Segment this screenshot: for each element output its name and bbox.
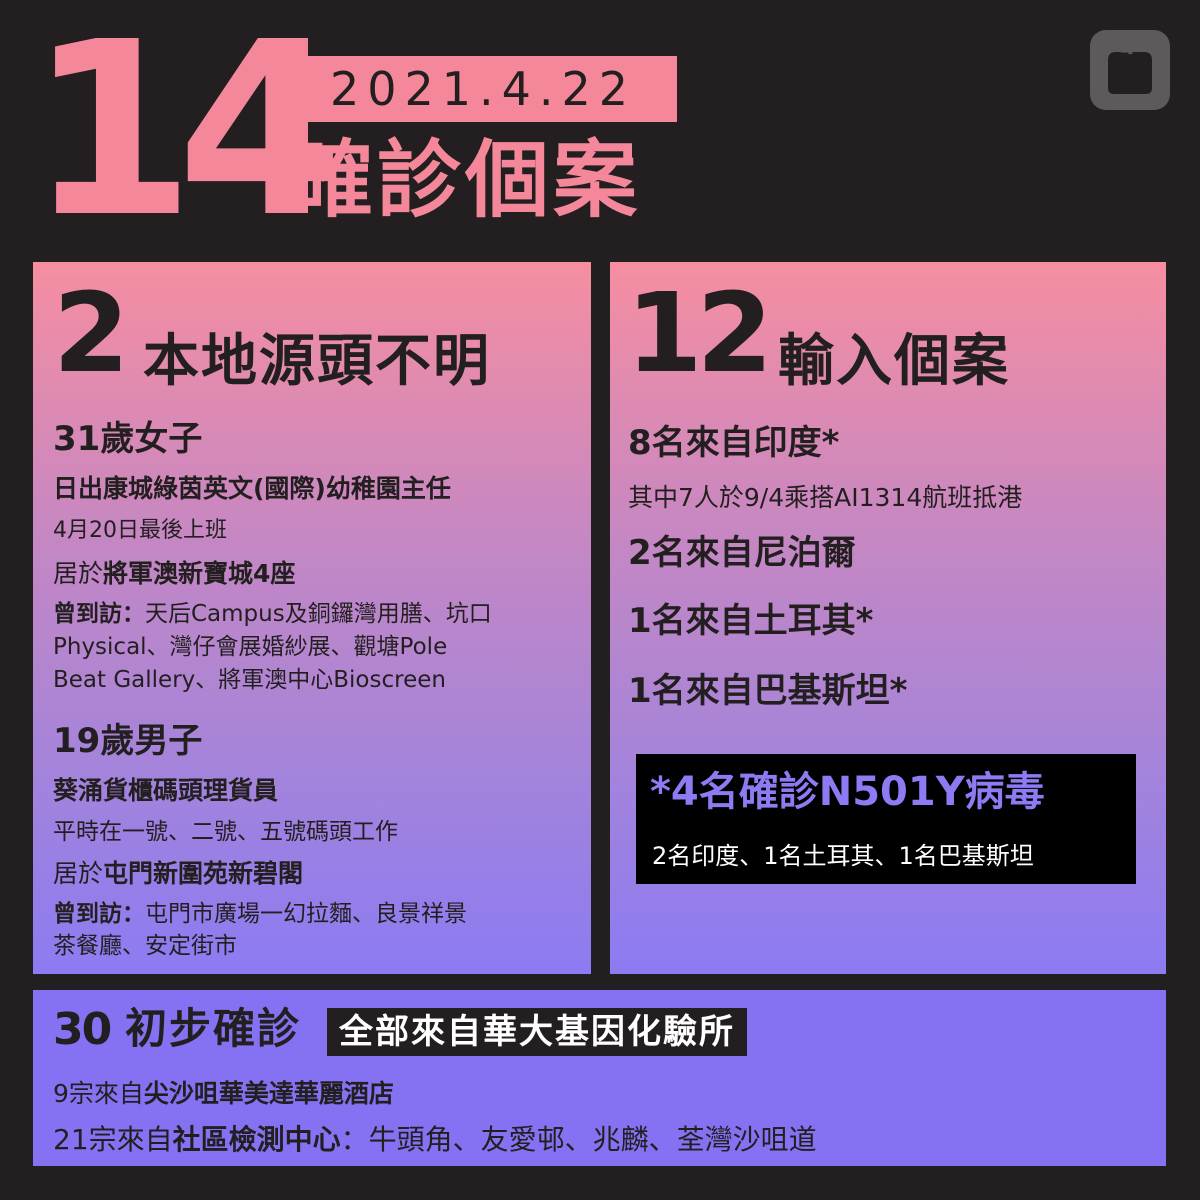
case1-residence-line: 居於將軍澳新寶城4座 <box>53 554 295 590</box>
preliminary-line1: 9宗來自尖沙咀華美達華麗酒店 <box>53 1074 394 1110</box>
line2-prefix: 21宗來自 <box>53 1123 173 1156</box>
case1-visited-line3: Beat Gallery、將軍澳中心Bioscreen <box>53 667 446 693</box>
residence-prefix: 居於 <box>53 859 104 888</box>
lab-tag: 全部來自華大基因化驗所 <box>327 1008 747 1056</box>
residence-prefix: 居於 <box>53 559 104 588</box>
case2-residence: 屯門新圍苑新碧閣 <box>103 859 304 888</box>
line1-prefix: 9宗來自 <box>53 1079 144 1108</box>
imported-item-nepal: 2名來自尼泊爾 <box>628 533 856 573</box>
line1-place: 尖沙咀華美達華麗酒店 <box>143 1079 394 1108</box>
case1-last-work: 4月20日最後上班 <box>53 518 227 543</box>
page-title: 確診個案 <box>289 131 642 229</box>
preliminary-label: 初步確診 <box>125 1004 302 1053</box>
imported-count: 12 <box>626 269 773 397</box>
case2-title: 19歲男子 <box>53 721 203 761</box>
case2-visited-line1: 屯門市廣場一幻拉麵、良景祥景 <box>145 901 467 927</box>
case1-title: 31歲女子 <box>53 419 203 459</box>
imported-item-pakistan: 1名來自巴基斯坦* <box>628 671 908 711</box>
case2-role: 葵涌貨櫃碼頭理貨員 <box>53 776 279 805</box>
variant-box: *4名確診N501Y病毒 2名印度、1名土耳其、1名巴基斯坦 <box>636 754 1136 884</box>
imported-india-note: 其中7人於9/4乘搭AI1314航班抵港 <box>628 483 1023 512</box>
imported-label: 輸入個案 <box>778 329 1010 394</box>
case2-residence-line: 居於屯門新圍苑新碧閣 <box>53 854 303 890</box>
case1-visited: 曾到訪：天后Campus及銅鑼灣用膳、坑口 Physical、灣仔會展婚紗展、觀… <box>53 598 492 697</box>
case1-visited-line1: 天后Campus及銅鑼灣用膳、坑口 <box>145 601 492 627</box>
case1-role: 日出康城綠茵英文(國際)幼稚園主任 <box>53 474 451 503</box>
local-count: 2 <box>53 269 130 397</box>
line2-suffix: ：牛頭角、友愛邨、兆麟、荃灣沙咀道 <box>340 1123 817 1156</box>
imported-item-india: 8名來自印度* <box>628 423 840 463</box>
case1-residence: 將軍澳新寶城4座 <box>103 559 296 588</box>
local-label: 本地源頭不明 <box>143 329 491 394</box>
date-badge: 2021.4.22 <box>289 56 677 122</box>
apple-daily-logo-icon <box>1090 30 1170 110</box>
case1-visited-line2: Physical、灣仔會展婚紗展、觀塘Pole <box>53 634 448 660</box>
variant-detail: 2名印度、1名土耳其、1名巴基斯坦 <box>652 842 1034 870</box>
visited-label: 曾到訪： <box>53 901 145 927</box>
imported-item-turkey: 1名來自土耳其* <box>628 601 874 641</box>
total-cases-number: 14 <box>28 0 344 270</box>
case2-visited-line2: 茶餐廳、安定街市 <box>53 933 237 959</box>
preliminary-count: 30 <box>53 1004 112 1055</box>
variant-title: *4名確診N501Y病毒 <box>650 769 1045 815</box>
local-cases-panel: 2 本地源頭不明 31歲女子 日出康城綠茵英文(國際)幼稚園主任 4月20日最後… <box>33 262 591 974</box>
preliminary-line2: 21宗來自社區檢測中心：牛頭角、友愛邨、兆麟、荃灣沙咀道 <box>53 1118 817 1158</box>
visited-label: 曾到訪： <box>53 601 145 627</box>
case2-visited: 曾到訪：屯門市廣場一幻拉麵、良景祥景 茶餐廳、安定街市 <box>53 898 467 962</box>
line2-place: 社區檢測中心 <box>172 1123 341 1156</box>
case2-work: 平時在一號、二號、五號碼頭工作 <box>53 819 398 845</box>
